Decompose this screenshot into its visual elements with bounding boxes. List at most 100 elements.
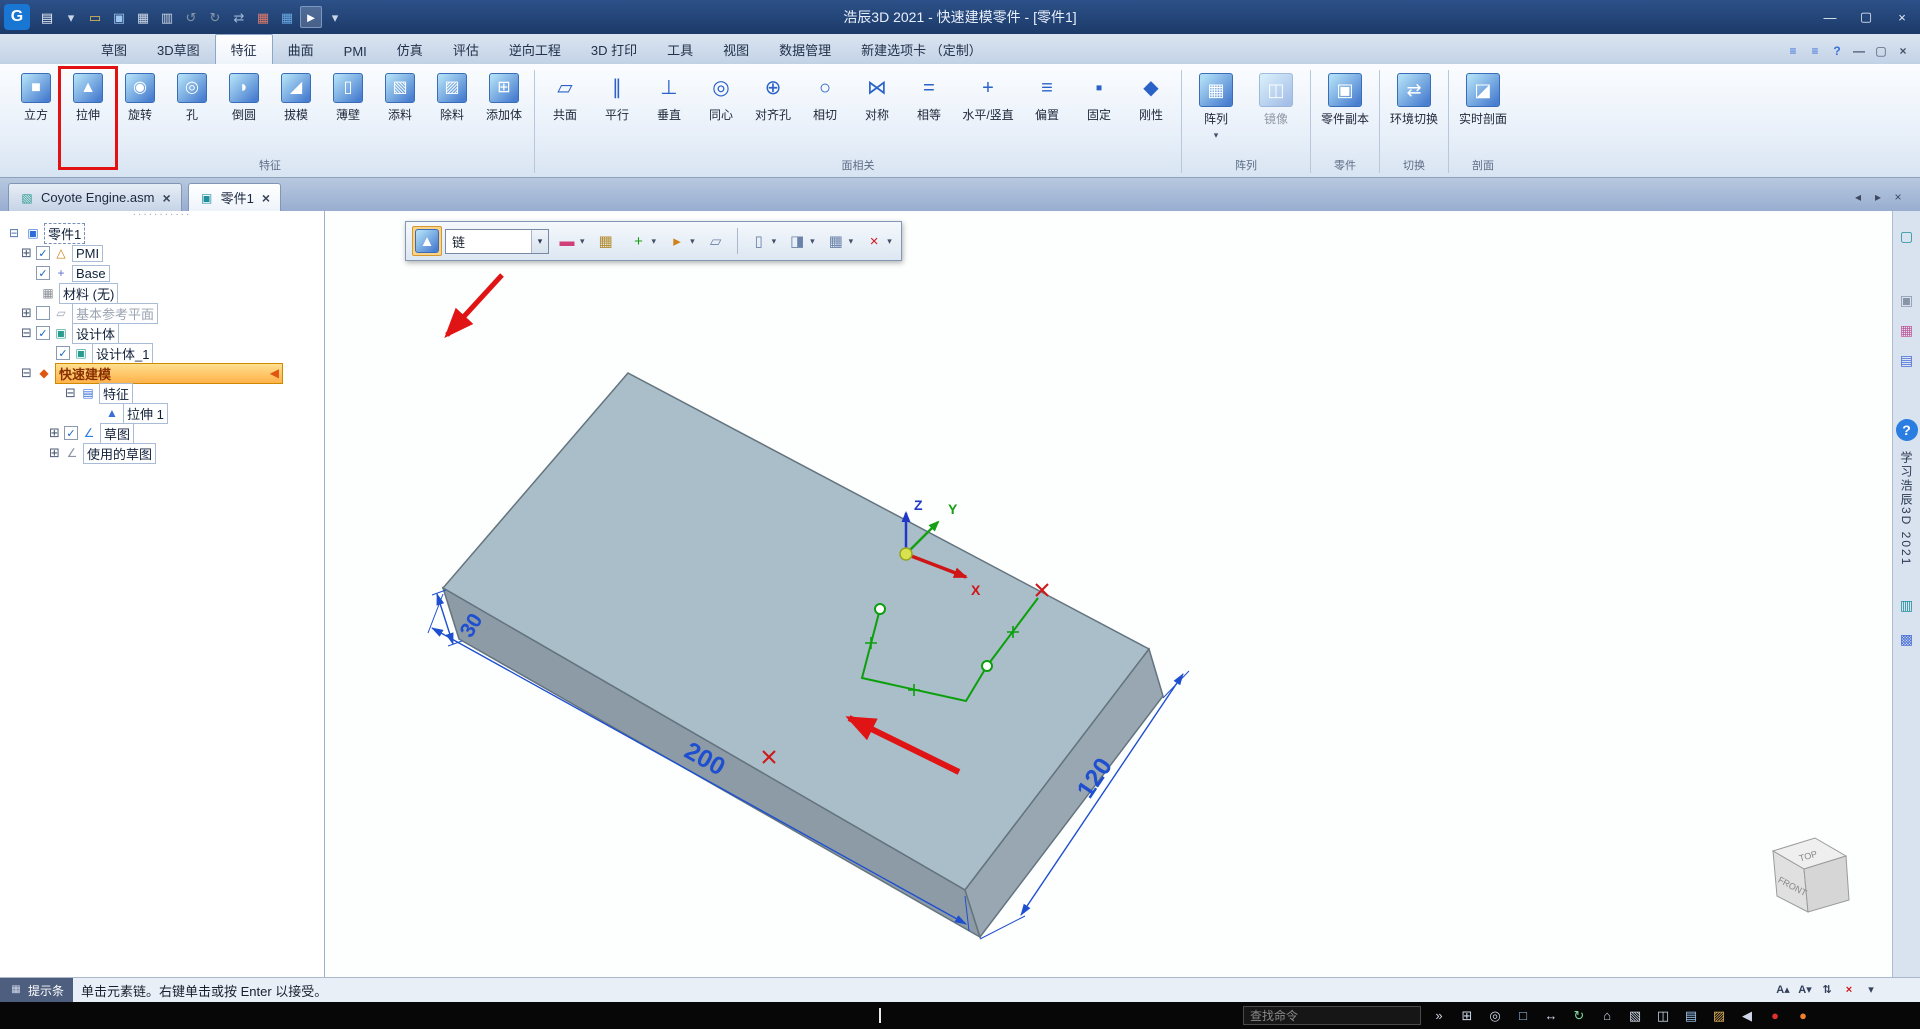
ribbon-tab-2[interactable]: 3D草图 [142,35,215,64]
ribbon-tab-10[interactable]: 工具 [652,35,708,64]
tools-icon[interactable]: ▩ [1896,628,1918,650]
tree-row[interactable]: ⊟ ▤ 特征 [0,382,324,404]
chevron-down-icon[interactable]: ▾ [690,236,695,247]
tree-item-label[interactable]: 特征 [99,382,134,404]
panel-grip-handle[interactable] [0,211,324,223]
tree-item-label[interactable]: 基本参考平面 [72,302,159,324]
coplanar-button[interactable]: ▱ 共面 [539,66,591,123]
ribbon-tab-4[interactable]: 曲面 [273,35,329,64]
display-monitor-icon[interactable]: ▢ [1896,225,1918,247]
tree-row[interactable]: ▲ 拉伸 1 [0,402,324,424]
chevron-down-icon[interactable]: ▾ [849,236,854,247]
tree-item-label[interactable]: 拉伸 1 [123,402,168,424]
doc-restore-icon[interactable]: ▢ [1872,42,1890,60]
app-logo[interactable]: G [4,4,30,30]
mini-toolbar2-icon[interactable]: ≡ [1806,42,1824,60]
view-styles-icon[interactable]: ▧ [1625,1006,1645,1026]
table-blue-icon[interactable]: ▦ [276,6,298,28]
part-copy-button[interactable]: ▣ 零件副本 [1315,66,1375,127]
tree-checkbox[interactable]: ✓ [36,246,50,260]
round-button[interactable]: ◗ 倒圆 [218,66,270,123]
pattern-button[interactable]: ▦ 阵列 ▾ [1186,66,1246,141]
speaker-icon[interactable]: ◀ [1737,1006,1757,1026]
tab-back-icon[interactable]: ◂ [1850,189,1866,205]
tree-item-label[interactable]: 材料 (无) [59,282,119,304]
side-step-button[interactable]: ▱ [701,226,731,256]
capture-icon[interactable]: ● [1793,1006,1813,1026]
mirror-button[interactable]: ◫ 镜像 [1246,66,1306,127]
home-view-icon[interactable]: ⌂ [1597,1006,1617,1026]
edge-display-icon[interactable]: ▤ [1681,1006,1701,1026]
tree-row[interactable]: ⊞ ✓ ∠ 草图 [0,422,324,444]
fit-icon[interactable]: □ [1513,1006,1533,1026]
ribbon-tab-13[interactable]: 新建选项卡 （定制） [846,35,997,64]
pan-icon[interactable]: ↔ [1541,1006,1561,1026]
ribbon-tab-3[interactable]: 特征 [214,34,273,64]
maximize-button[interactable]: ▢ [1848,4,1884,30]
tree-row[interactable]: ⊞ ∠ 使用的草图 [0,442,324,464]
link-icon[interactable]: ⇄ [228,6,250,28]
tree-row[interactable]: ⊞ ▱ 基本参考平面 [0,302,324,324]
draft-button[interactable]: ◢ 拔模 [270,66,322,123]
cut-material-button[interactable]: ▨ 除料 [426,66,478,123]
tree-expander-icon[interactable]: ⊟ [64,385,77,400]
zoom-icon[interactable]: ◎ [1485,1006,1505,1026]
solid-body[interactable] [441,372,1164,939]
concentric-button[interactable]: ◎ 同心 [695,66,747,123]
chevron-down-icon[interactable]: ▾ [531,229,548,253]
viewport-3d[interactable]: 200 120 30 Z Y X TOP FRONT [325,211,1892,977]
offset-button[interactable]: ≡ 偏置 [1021,66,1073,123]
tree-checkbox[interactable]: ✓ [36,266,50,280]
rotate-icon[interactable]: ↻ [1569,1006,1589,1026]
tree-expander-icon[interactable]: ⊟ [20,325,33,340]
vertical-label[interactable]: 学习浩辰3D 2021 [1898,451,1915,566]
tree-row[interactable]: ⊟ ◆ 快速建模 ◀ [0,362,324,384]
tree-row[interactable]: ⊟ ✓ ▣ 设计体 [0,322,324,344]
add-geometry-button[interactable]: + ▾ [624,226,660,256]
ribbon-tab-9[interactable]: 3D 打印 [576,35,652,64]
equal-button[interactable]: = 相等 [903,66,955,123]
tree-item-label[interactable]: 设计体 [72,322,120,344]
fixed-button[interactable]: ▪ 固定 [1073,66,1125,123]
chevron-down-icon[interactable]: ▾ [772,236,777,247]
chain-select[interactable]: 链 ▾ [445,228,549,254]
mini-toolbar-icon[interactable]: ≡ [1784,42,1802,60]
font-increase-icon[interactable]: A▴ [1774,981,1792,999]
tab-close-icon[interactable]: × [262,190,270,206]
select-tool-icon[interactable]: ► [300,6,322,28]
document-tab-1[interactable]: ▧ Coyote Engine.asm × [8,183,182,211]
ribbon-tab-7[interactable]: 评估 [438,35,494,64]
chevron-down-icon[interactable]: ▾ [887,236,892,247]
scroll-toggle-icon[interactable]: ⇅ [1818,981,1836,999]
library-icon[interactable]: ▥ [1896,594,1918,616]
chevron-down-icon[interactable]: ▾ [652,236,657,247]
table-red-icon[interactable]: ▦ [252,6,274,28]
tree-item-label[interactable]: 草图 [100,422,135,444]
qat-customize-icon[interactable]: ▾ [324,6,346,28]
extrude-button[interactable]: ▲ 拉伸 [62,66,114,123]
document-tab-2[interactable]: ▣ 零件1 × [187,183,282,211]
box-button[interactable]: ■ 立方 [10,66,62,123]
tree-checkbox[interactable]: ✓ [56,346,70,360]
add-body-button[interactable]: ⊞ 添加体 [478,66,530,123]
ribbon-tab-12[interactable]: 数据管理 [764,35,846,64]
tree-item-label[interactable]: 设计体_1 [92,342,154,364]
treatment-button[interactable]: ◨ ▾ [782,226,818,256]
tree-item-label[interactable]: 使用的草图 [83,442,157,464]
symmetric-button[interactable]: ⋈ 对称 [851,66,903,123]
align-holes-button[interactable]: ⊕ 对齐孔 [747,66,799,123]
tree-row[interactable]: ⊟ ▣ 零件1 [0,222,324,244]
tree-item-label[interactable]: 零件1 [44,222,86,244]
perpendicular-button[interactable]: ⊥ 垂直 [643,66,695,123]
undo-icon[interactable]: ↺ [180,6,202,28]
close-button[interactable]: × [1884,4,1920,30]
horizontal-vertical-button[interactable]: + 水平/竖直 [955,66,1021,123]
view-cube[interactable]: TOP FRONT [1771,837,1850,913]
ribbon-tab-8[interactable]: 逆向工程 [494,35,576,64]
extrude-mode-button[interactable]: ▲ [412,226,442,256]
redo-icon[interactable]: ↻ [204,6,226,28]
chevron-down-icon[interactable]: ▾ [810,236,815,247]
tree-checkbox[interactable]: ✓ [36,326,50,340]
help-small-icon[interactable]: ? [1828,42,1846,60]
revolve-button[interactable]: ◉ 旋转 [114,66,166,123]
